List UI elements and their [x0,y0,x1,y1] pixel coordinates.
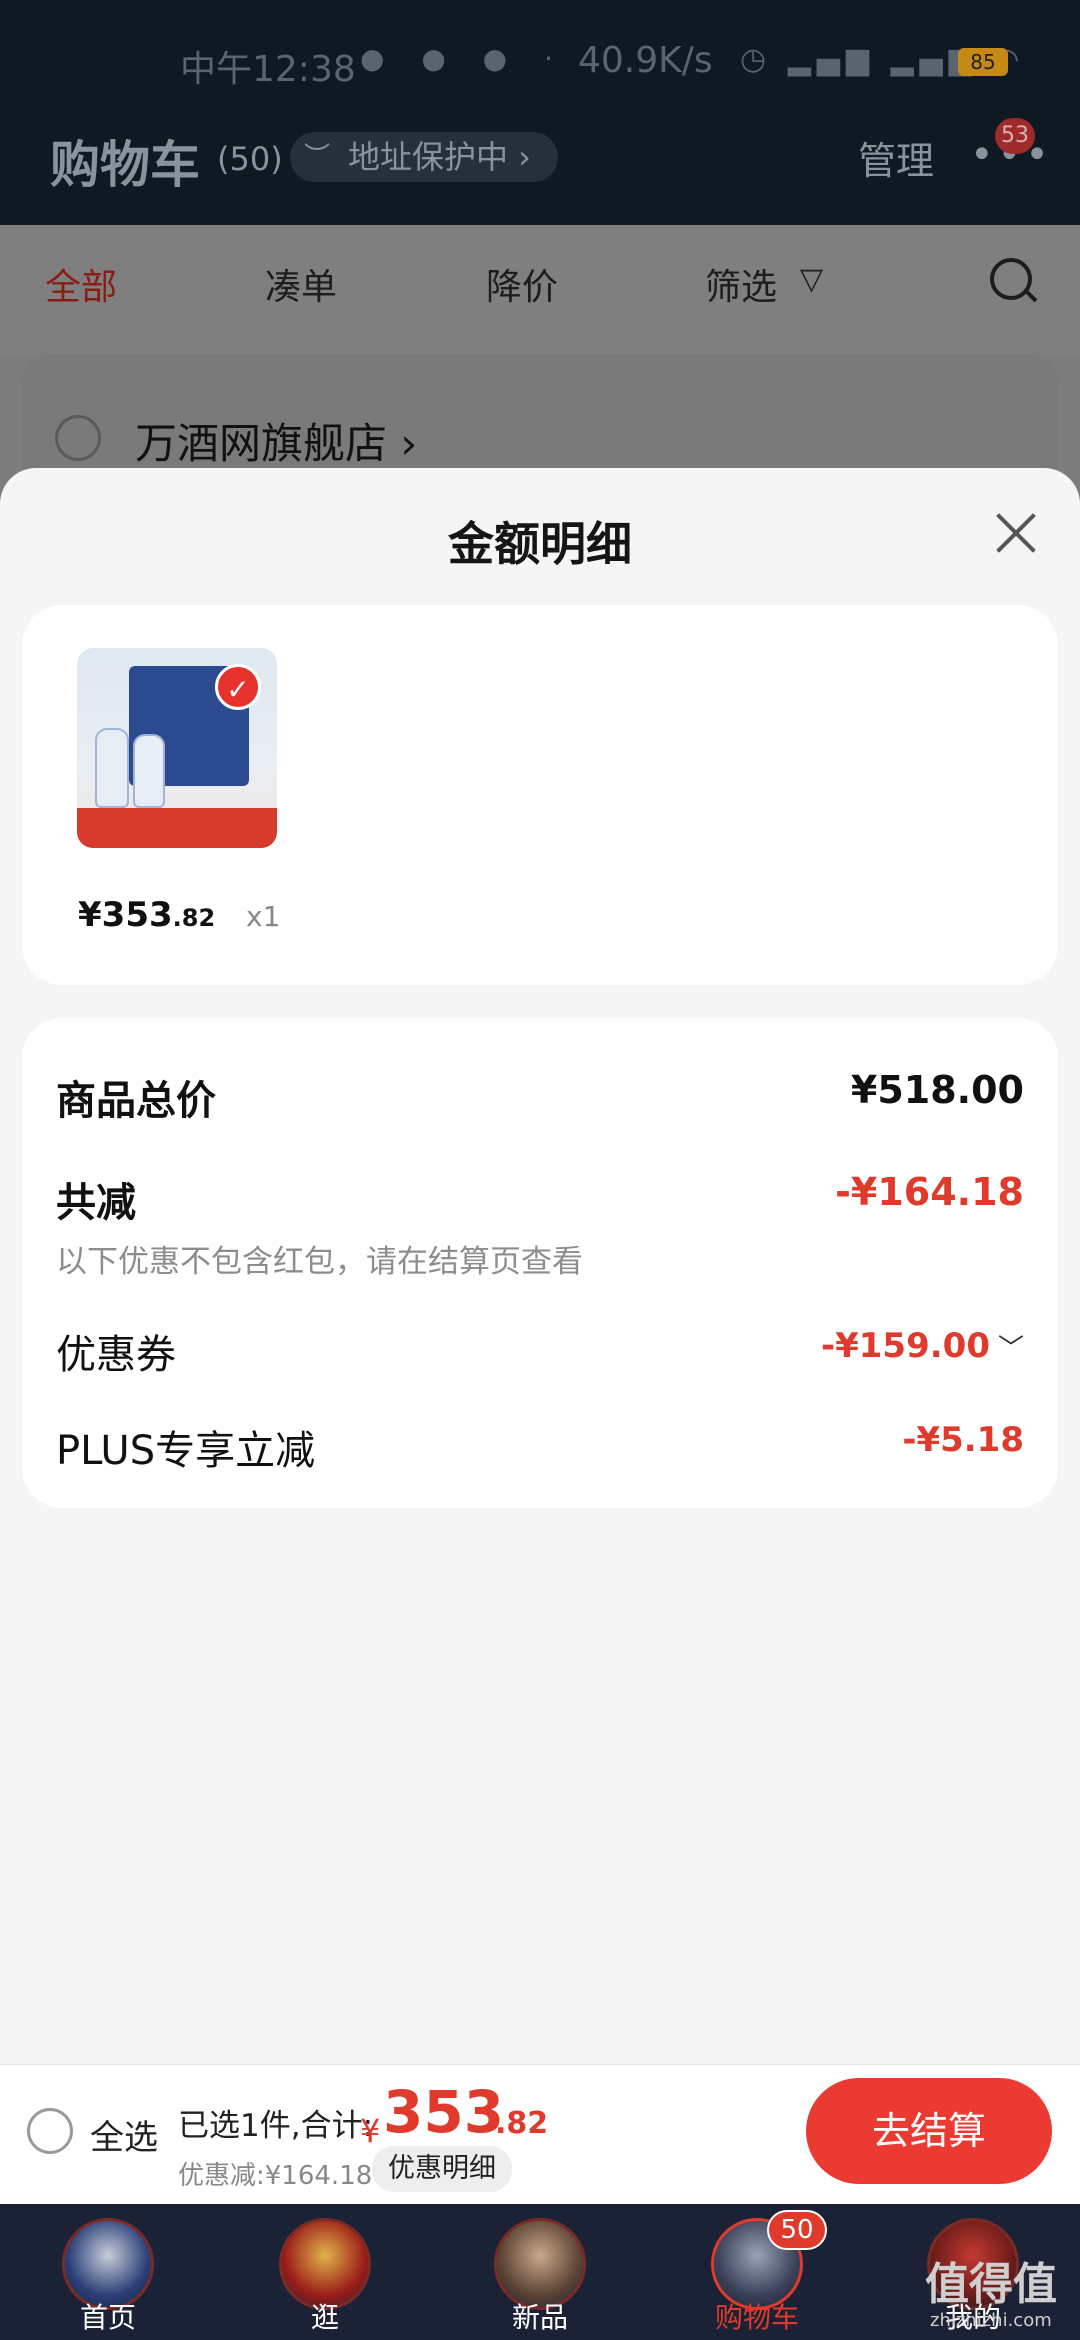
nav-explore[interactable]: 逛 [265,2204,385,2340]
coupon-row[interactable]: -¥159.00 ﹀ [821,1326,1024,1366]
sheet-title: 金额明细 [448,517,632,571]
total-amount-decimal: .82 [495,2106,549,2141]
total-reduce-label: 共减 [56,1180,136,1226]
cart-count: (50) [217,140,283,178]
product-quantity: x1 [246,900,281,933]
tab-all[interactable]: 全部 [45,258,117,310]
net-speed: 40.9K/s [578,40,713,81]
address-protection-label: 地址保护中 › [348,138,531,176]
store-name[interactable]: 万酒网旗舰店 › [135,410,417,471]
address-protection-button[interactable]: ︶ 地址保护中 › [290,132,558,182]
product-thumbnail[interactable]: ✓ [77,648,277,848]
select-all-label[interactable]: 全选 [90,2110,158,2159]
nav-home[interactable]: 首页 [48,2204,168,2340]
close-icon[interactable] [990,510,1036,556]
store-select-radio[interactable] [55,415,101,461]
tab-combine[interactable]: 凑单 [265,258,337,310]
cart-badge: 50 [767,2210,827,2250]
nav-new-label: 新品 [511,2301,568,2334]
discount-detail-button[interactable]: 优惠明细 [372,2146,512,2192]
notification-icons: ● ● ● · [360,42,567,75]
total-reduce-value: -¥164.18 [835,1170,1024,1214]
filter-icon[interactable]: ▽ [800,262,823,297]
status-time: 中午12:38 [180,49,356,90]
coupon-label: 优惠券 [56,1332,176,1378]
chevron-down-icon: ﹀ [997,1334,1024,1364]
total-price-value: ¥518.00 [850,1068,1024,1112]
total-amount: 353 [383,2078,505,2146]
total-currency: ¥ [360,2112,381,2150]
nav-cart[interactable]: 50 购物车 [697,2204,827,2340]
discount-note: 以下优惠不包含红包，请在结算页查看 [56,1244,583,1280]
tab-price-drop[interactable]: 降价 [486,258,558,310]
manage-button[interactable]: 管理 [858,130,934,185]
coupon-value: -¥159.00 [821,1326,990,1366]
bottle-graphic [95,728,129,808]
product-price: ¥353.82 [78,895,215,935]
nav-home-label: 首页 [79,2301,136,2334]
checkout-button[interactable]: 去结算 [806,2078,1052,2184]
page-title: 购物车 [50,136,200,194]
more-badge: 53 [995,118,1035,154]
nav-explore-label: 逛 [310,2301,339,2334]
select-all-radio[interactable] [27,2108,73,2154]
search-icon[interactable] [990,258,1032,300]
nav-new[interactable]: 新品 [480,2204,600,2340]
product-price-dec: .82 [172,904,216,932]
total-price-label: 商品总价 [56,1078,216,1124]
watermark: 值得值 [925,2259,1057,2310]
bottle-graphic [133,734,165,808]
nav-cart-label: 购物车 [714,2301,799,2334]
battery-icon: 85 [958,48,1008,76]
watermark-sub: zhizhizhi.com [930,2310,1052,2331]
check-icon: ✓ [215,664,261,710]
product-price-int: ¥353 [78,895,173,935]
selection-summary: 已选1件,合计: [178,2108,374,2144]
discount-amount: 优惠减:¥164.18 [178,2161,373,2191]
status-bar: 中午12:38 ● ● ● · 40.9K/s ◷ ▂▄▆ ▂▄▆ ◠ 85 [0,30,1080,90]
plus-discount-label: PLUS专享立减 [56,1428,316,1474]
eye-closed-icon: ︶ [304,142,331,172]
plus-discount-value: -¥5.18 [902,1420,1024,1460]
promo-banner-graphic [77,808,277,848]
tab-filter[interactable]: 筛选 [705,258,777,310]
